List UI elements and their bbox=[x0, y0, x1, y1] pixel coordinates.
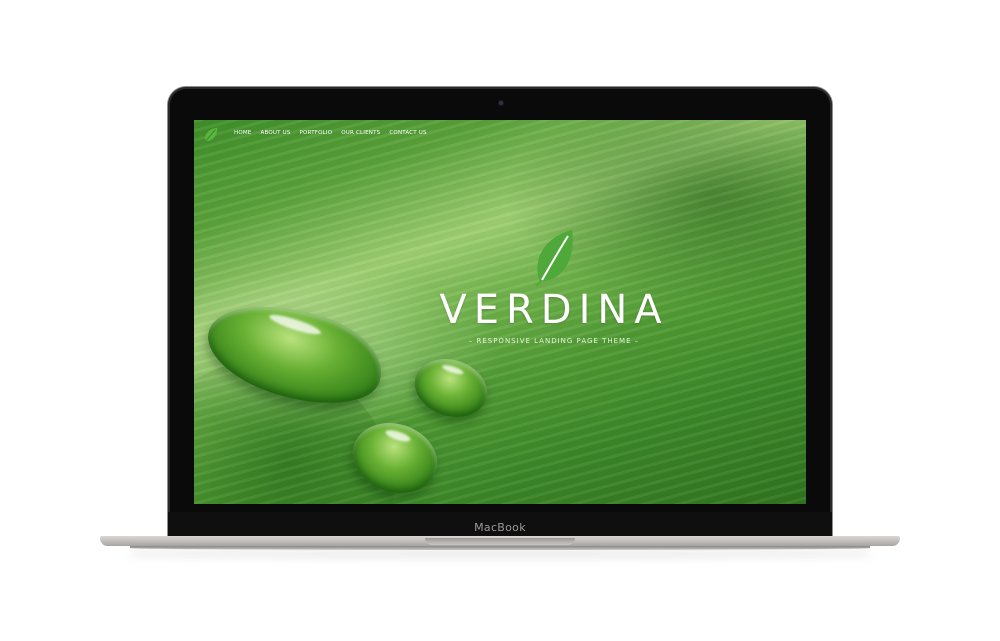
nav-item-home[interactable]: HOME bbox=[234, 130, 252, 136]
hero-tagline-row: – RESPONSIVE LANDING PAGE THEME – bbox=[469, 337, 639, 345]
hero-title: VERDINA bbox=[439, 287, 669, 333]
leaf-icon[interactable] bbox=[202, 126, 220, 144]
nav-item-contact-us[interactable]: CONTACT US bbox=[389, 130, 426, 136]
hero-tagline: RESPONSIVE LANDING PAGE THEME bbox=[476, 337, 632, 345]
laptop-opening-notch bbox=[425, 538, 575, 545]
nav-menu: HOME ABOUT US PORTFOLIO OUR CLIENTS CONT… bbox=[234, 130, 427, 136]
website-screen: HOME ABOUT US PORTFOLIO OUR CLIENTS CONT… bbox=[194, 120, 806, 504]
site-navigation: HOME ABOUT US PORTFOLIO OUR CLIENTS CONT… bbox=[194, 120, 806, 150]
mockup-stage: MacBook HOME ABOUT US PORTFOLIO OUR CLIE… bbox=[0, 0, 1000, 641]
nav-item-portfolio[interactable]: PORTFOLIO bbox=[300, 130, 333, 136]
hero-section: VERDINA – RESPONSIVE LANDING PAGE THEME … bbox=[434, 228, 674, 348]
webcam bbox=[499, 101, 503, 105]
laptop-base-edge bbox=[130, 546, 870, 550]
device-brand-label: MacBook bbox=[474, 521, 526, 534]
nav-item-about-us[interactable]: ABOUT US bbox=[261, 130, 291, 136]
leaf-icon bbox=[535, 230, 573, 286]
water-drop-small bbox=[407, 349, 495, 427]
nav-item-our-clients[interactable]: OUR CLIENTS bbox=[341, 130, 380, 136]
tagline-right-dash: – bbox=[631, 337, 640, 345]
